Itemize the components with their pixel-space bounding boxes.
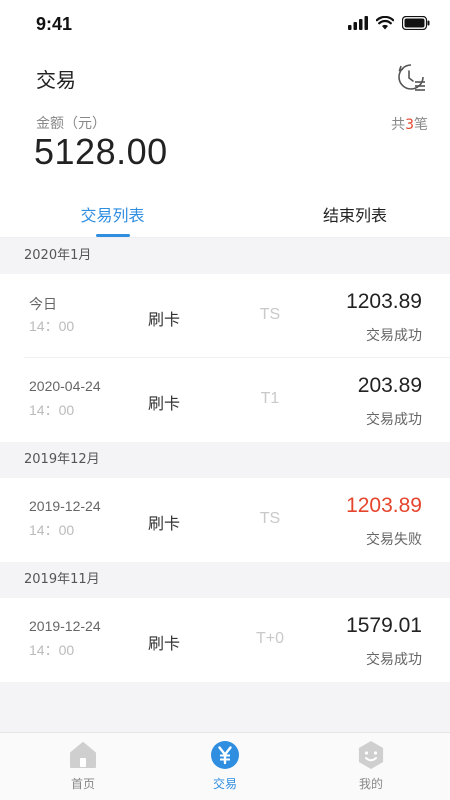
transaction-type: 刷卡 [148, 514, 181, 533]
settlement-type: TS [259, 306, 281, 323]
status-icons [348, 16, 430, 30]
count-prefix: 共 [391, 117, 406, 133]
settlement-type: TS [259, 510, 281, 527]
battery-icon [402, 16, 430, 30]
tabbar-transactions-label: 交易 [212, 777, 237, 791]
month-section: 2019年12月 2019-12-24 14：00 刷卡 TS 1203.89 … [0, 442, 450, 562]
status-time: 9:41 [36, 14, 73, 34]
transaction-row[interactable]: 今日 14：00 刷卡 TS 1203.89 交易成功 [24, 274, 450, 358]
transaction-amount: 1203.89 [346, 494, 422, 517]
transaction-amount: 203.89 [357, 374, 422, 397]
signal-icon [348, 16, 368, 30]
transaction-date: 2019-12-24 [29, 498, 101, 514]
yen-icon [211, 741, 239, 769]
transaction-date: 2020-04-24 [29, 378, 101, 394]
tabbar-home-label: 首页 [70, 777, 95, 791]
transaction-status: 交易成功 [366, 412, 422, 428]
profile-face-icon [358, 741, 384, 769]
transaction-amount: 1579.01 [346, 614, 422, 637]
section-body: 今日 14：00 刷卡 TS 1203.89 交易成功 2020-04-24 1… [0, 274, 450, 442]
transaction-count: 共3笔 [391, 114, 428, 134]
list-tabs: 交易列表 结束列表 [0, 190, 450, 238]
settlement-type: T1 [260, 390, 280, 407]
transaction-type: 刷卡 [148, 394, 181, 413]
transaction-time: 14：00 [29, 642, 75, 658]
settlement-type: T+0 [255, 630, 284, 647]
month-section: 2019年11月 2019-12-24 14：00 刷卡 T+0 1579.01… [0, 562, 450, 682]
transaction-row[interactable]: 2020-04-24 14：00 刷卡 T1 203.89 交易成功 [24, 358, 450, 442]
section-header: 2020年1月 [0, 238, 450, 274]
month-section: 2020年1月 今日 14：00 刷卡 TS 1203.89 交易成功 2020… [0, 238, 450, 442]
transaction-amount: 1203.89 [346, 290, 422, 313]
section-header: 2019年11月 [0, 562, 450, 598]
tabbar-home[interactable]: 首页 [8, 733, 158, 800]
transaction-status: 交易失败 [366, 532, 422, 548]
transaction-type: 刷卡 [148, 310, 181, 329]
transaction-row[interactable]: 2019-12-24 14：00 刷卡 T+0 1579.01 交易成功 [24, 598, 450, 682]
tabbar-transactions[interactable]: 交易 [150, 733, 300, 800]
transaction-list[interactable]: 2020年1月 今日 14：00 刷卡 TS 1203.89 交易成功 2020… [0, 238, 450, 732]
bottom-tab-bar: 首页 交易 我的 [0, 732, 450, 800]
page-title: 交易 [36, 68, 76, 92]
transaction-row[interactable]: 2019-12-24 14：00 刷卡 TS 1203.89 交易失败 [24, 478, 450, 562]
transaction-status: 交易成功 [366, 328, 422, 344]
transaction-time: 14：00 [29, 318, 75, 334]
tab-transaction-list[interactable]: 交易列表 [50, 202, 175, 226]
transaction-status: 交易成功 [366, 652, 422, 668]
transaction-date: 2019-12-24 [29, 618, 101, 634]
tab-finished-list[interactable]: 结束列表 [295, 202, 415, 226]
active-tab-indicator [96, 234, 130, 237]
count-number: 3 [405, 117, 414, 133]
status-bar: 9:41 [0, 0, 450, 50]
home-icon [70, 742, 96, 768]
transaction-time: 14：00 [29, 522, 75, 538]
count-suffix: 笔 [414, 117, 428, 133]
section-body: 2019-12-24 14：00 刷卡 T+0 1579.01 交易成功 [0, 598, 450, 682]
transaction-type: 刷卡 [148, 634, 181, 653]
tabbar-profile-label: 我的 [358, 777, 383, 791]
tabbar-profile[interactable]: 我的 [296, 733, 446, 800]
transaction-time: 14：00 [29, 402, 75, 418]
transaction-date: 今日 [29, 296, 57, 312]
amount-label: 金额（元） [36, 116, 106, 132]
history-icon[interactable] [394, 60, 428, 94]
total-amount: 5128.00 [34, 131, 168, 172]
wifi-icon [376, 16, 394, 30]
section-body: 2019-12-24 14：00 刷卡 TS 1203.89 交易失败 [0, 478, 450, 562]
section-header: 2019年12月 [0, 442, 450, 478]
